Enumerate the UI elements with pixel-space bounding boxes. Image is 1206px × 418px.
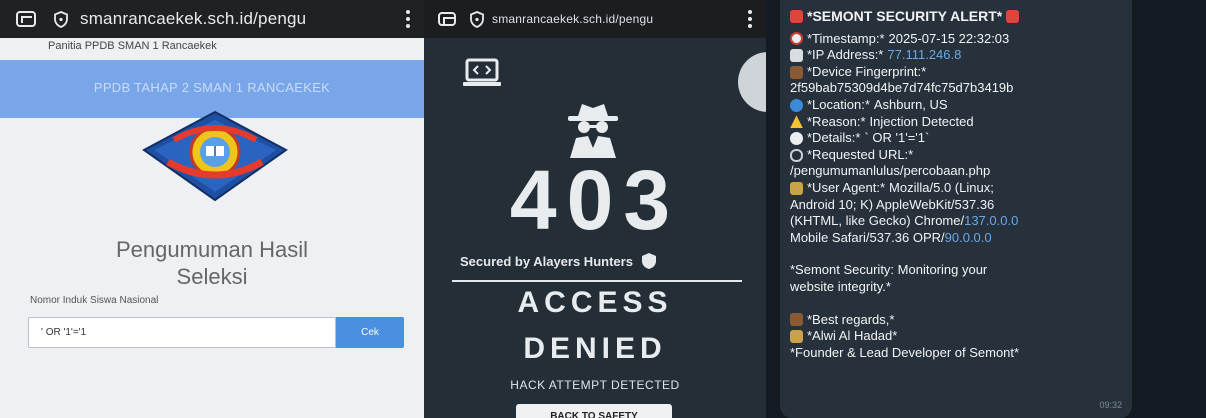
access-denied-panel: smanrancaekek.sch.id/pengu 403 Secured b… bbox=[424, 0, 766, 418]
tabs-icon[interactable] bbox=[438, 12, 456, 26]
hack-attempt-text: HACK ATTEMPT DETECTED bbox=[510, 378, 680, 392]
nisn-input[interactable] bbox=[28, 317, 336, 348]
reason-line: *Reason:* Injection Detected bbox=[790, 114, 1120, 131]
signature-role: *Founder & Lead Developer of Semont* bbox=[790, 344, 1020, 360]
signature-name-line: *Alwi Al Hadad* bbox=[790, 328, 1120, 345]
user-agent-line3-text: (KHTML, like Gecko) Chrome/ bbox=[790, 213, 965, 229]
signature-name: *Alwi Al Hadad* bbox=[807, 328, 898, 344]
school-logo bbox=[142, 110, 288, 202]
nisn-label: Nomor Induk Siswa Nasional bbox=[30, 295, 159, 306]
fingerprint-value: 2f59bab75309d4be7d74fc75d7b3419b bbox=[790, 80, 1014, 96]
ip-line: *IP Address:* 77.111.246.8 bbox=[790, 47, 1120, 64]
phone-icon bbox=[790, 65, 803, 79]
url-label: *Requested URL:* bbox=[807, 146, 914, 162]
fingerprint-label: *Device Fingerprint:* bbox=[807, 63, 927, 79]
error-code: 403 bbox=[509, 153, 681, 247]
denied-heading: DENIED bbox=[523, 332, 667, 365]
monitor-line1: *Semont Security: Monitoring your bbox=[790, 262, 988, 278]
user-agent-part1: Mozilla/5.0 (Linux; bbox=[889, 179, 994, 195]
alert-message-bubble[interactable]: *SEMONT SECURITY ALERT* *Timestamp:* 202… bbox=[780, 0, 1132, 418]
timestamp-line: *Timestamp:* 2025-07-15 22:32:03 bbox=[790, 31, 1120, 48]
location-line: *Location:* Ashburn, US bbox=[790, 97, 1120, 114]
siren-icon bbox=[1006, 9, 1020, 23]
page-title-line1: Pengumuman Hasil bbox=[116, 237, 308, 262]
details-label: *Details:* bbox=[807, 130, 861, 146]
access-heading: ACCESS bbox=[517, 286, 673, 319]
page-title-line2: Seleksi bbox=[176, 264, 248, 289]
back-to-safety-button[interactable]: BACK TO SAFETY bbox=[516, 404, 672, 418]
message-time: 09:32 bbox=[1099, 400, 1122, 411]
shield-icon[interactable] bbox=[470, 10, 484, 28]
ip-link[interactable]: 77.111.246.8 bbox=[887, 47, 961, 64]
opr-version-link[interactable]: 90.0.0.0 bbox=[945, 230, 992, 245]
laptop-code-icon bbox=[463, 58, 501, 86]
check-button[interactable]: Cek bbox=[336, 317, 404, 348]
timestamp-label: *Timestamp:* bbox=[807, 30, 885, 46]
location-value: Ashburn, US bbox=[873, 96, 948, 112]
siren-icon bbox=[790, 9, 803, 23]
user-agent-line2: Android 10; K) AppleWebKit/537.36 bbox=[790, 196, 995, 212]
chrome-version-link[interactable]: 137.0.0.0 bbox=[964, 213, 1018, 228]
fingerprint-line: *Device Fingerprint:* bbox=[790, 64, 1120, 81]
url-text[interactable]: smanrancaekek.sch.id/pengu bbox=[492, 12, 653, 26]
tabs-icon[interactable] bbox=[16, 11, 36, 27]
requested-url-value: /pengumumanlulus/percobaan.php bbox=[790, 163, 991, 179]
url-text[interactable]: smanrancaekek.sch.id/pengu bbox=[80, 9, 306, 29]
alert-title-text: *SEMONT SECURITY ALERT* bbox=[807, 8, 1003, 24]
shield-icon[interactable] bbox=[54, 10, 68, 28]
divider bbox=[452, 280, 742, 282]
user-agent-label: *User Agent:* bbox=[807, 179, 886, 195]
secured-by-line: Secured by Alayers Hunters bbox=[460, 252, 657, 270]
secured-by-text: Secured by Alayers Hunters bbox=[460, 253, 633, 269]
clock-icon bbox=[790, 32, 803, 46]
computer-icon bbox=[790, 48, 803, 62]
user-agent-line: *User Agent:* Mozilla/5.0 (Linux; bbox=[790, 180, 1120, 197]
speech-bubble-icon bbox=[790, 131, 803, 145]
user-agent-line3: (KHTML, like Gecko) Chrome/137.0.0.0 bbox=[790, 213, 1120, 230]
user-agent-line4-text: Mobile Safari/537.36 OPR/ bbox=[790, 229, 945, 245]
announcement-page-panel: smanrancaekek.sch.id/pengu Panitia PPDB … bbox=[0, 0, 424, 418]
monitor-line2: website integrity.* bbox=[790, 278, 891, 294]
user-agent-line4: Mobile Safari/537.36 OPR/90.0.0.0 bbox=[790, 230, 1120, 247]
ip-label: *IP Address:* bbox=[807, 47, 884, 63]
shield-icon bbox=[641, 253, 656, 269]
site-name: Panitia PPDB SMAN 1 Rancaekek bbox=[48, 40, 217, 52]
reason-label: *Reason:* bbox=[807, 113, 866, 129]
link-icon bbox=[790, 148, 803, 162]
screenshot-collage: smanrancaekek.sch.id/pengu Panitia PPDB … bbox=[0, 0, 1206, 418]
location-label: *Location:* bbox=[807, 96, 870, 112]
browser-address-bar[interactable]: smanrancaekek.sch.id/pengu bbox=[424, 0, 766, 38]
browser-address-bar[interactable]: smanrancaekek.sch.id/pengu bbox=[0, 0, 424, 38]
handshake-icon bbox=[790, 313, 803, 327]
reason-value: Injection Detected bbox=[869, 113, 974, 129]
chat-panel: *SEMONT SECURITY ALERT* *Timestamp:* 202… bbox=[766, 0, 1206, 418]
url-line: *Requested URL:* bbox=[790, 147, 1120, 164]
theme-toggle[interactable] bbox=[738, 52, 766, 112]
globe-icon bbox=[790, 98, 803, 112]
alert-title: *SEMONT SECURITY ALERT* bbox=[790, 8, 1120, 25]
page-title: Pengumuman Hasil Seleksi bbox=[0, 236, 424, 290]
person-icon bbox=[790, 329, 803, 343]
details-line: *Details:* ` OR '1'='1` bbox=[790, 130, 1120, 147]
menu-kebab-icon[interactable] bbox=[406, 10, 410, 28]
warning-icon bbox=[790, 115, 803, 129]
timestamp-value: 2025-07-15 22:32:03 bbox=[888, 30, 1010, 46]
regards-text: *Best regards,* bbox=[807, 311, 895, 327]
regards-line: *Best regards,* bbox=[790, 312, 1120, 329]
details-value: ` OR '1'='1` bbox=[864, 130, 930, 146]
robot-icon bbox=[790, 181, 803, 195]
menu-kebab-icon[interactable] bbox=[748, 10, 752, 28]
